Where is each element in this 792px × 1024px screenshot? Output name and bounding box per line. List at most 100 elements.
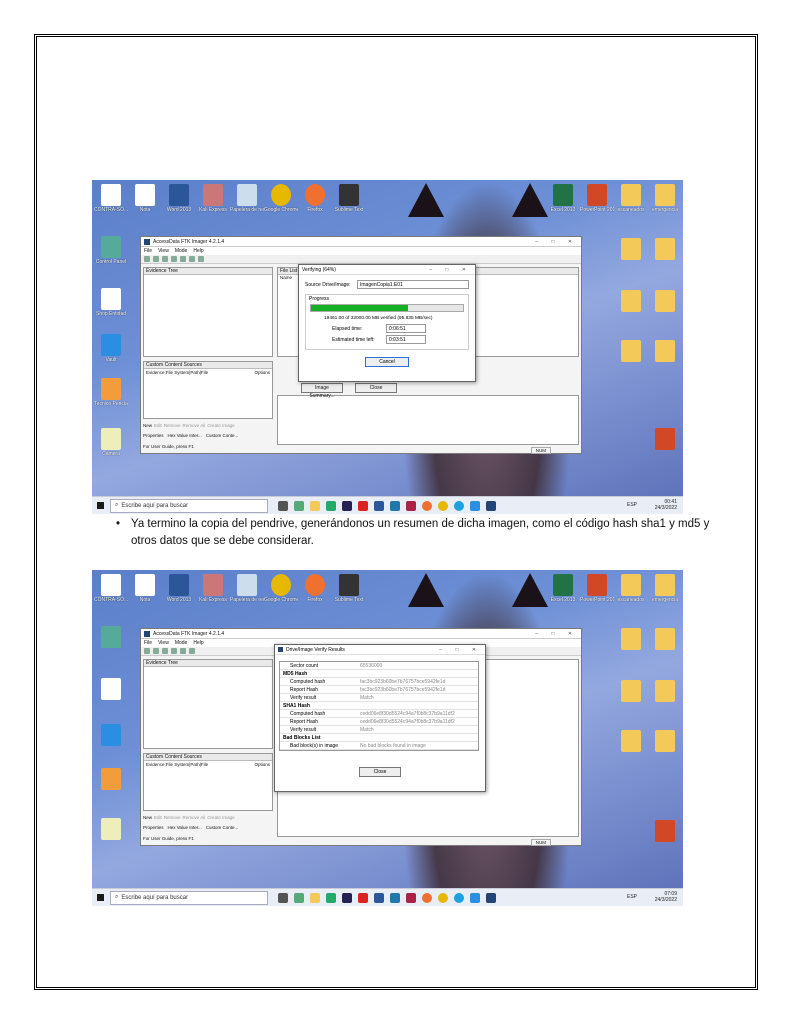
- window-controls[interactable]: – □ ✕: [439, 647, 482, 653]
- file-explorer-icon[interactable]: [310, 500, 320, 511]
- edit-button[interactable]: Edit: [154, 423, 162, 428]
- folder-icon[interactable]: [648, 730, 682, 752]
- folder-icon[interactable]: [648, 290, 682, 312]
- cancel-button[interactable]: Cancel: [365, 357, 409, 367]
- folder-icon[interactable]: [614, 628, 648, 650]
- word-icon[interactable]: Word 2013: [162, 574, 196, 603]
- toolbar-button[interactable]: [189, 256, 195, 262]
- remove-all-button[interactable]: Remove All: [183, 815, 206, 820]
- taskbar-app-icon[interactable]: [342, 500, 352, 511]
- vscode-icon[interactable]: [470, 500, 480, 511]
- folder-icon[interactable]: [614, 238, 648, 260]
- desktop-icon[interactable]: Kali Express: [196, 574, 230, 603]
- new-button[interactable]: New: [143, 815, 152, 820]
- toolbar-button[interactable]: [144, 648, 150, 654]
- taskbar-app-icon[interactable]: [406, 892, 416, 903]
- toolbar-button[interactable]: [162, 648, 168, 654]
- folder-icon[interactable]: [648, 680, 682, 702]
- folder-icon[interactable]: [614, 340, 648, 362]
- folder-icon[interactable]: escaneados: [614, 574, 648, 603]
- ftk-title-bar[interactable]: AccessData FTK Imager 4.2.1.4 – □ ✕: [141, 629, 581, 639]
- desktop-icon[interactable]: Nota: [128, 574, 162, 603]
- toolbar-button[interactable]: [171, 256, 177, 262]
- window-controls[interactable]: – □ ✕: [535, 239, 578, 245]
- toolbar-button[interactable]: [198, 256, 204, 262]
- excel-icon[interactable]: Excel 2013: [546, 184, 580, 213]
- desktop-icon[interactable]: [94, 768, 128, 790]
- chrome-icon[interactable]: [438, 892, 448, 903]
- vscode-icon[interactable]: [470, 892, 480, 903]
- sublime-icon[interactable]: Sublime Text: [332, 184, 366, 213]
- tab-hex-value[interactable]: Hex Value Inter...: [168, 433, 202, 438]
- desktop-icon[interactable]: Kali Express: [196, 184, 230, 213]
- toolbar-button[interactable]: [153, 648, 159, 654]
- word-icon[interactable]: Word 2013: [162, 184, 196, 213]
- desktop-icon[interactable]: [94, 818, 128, 840]
- folder-icon[interactable]: [648, 238, 682, 260]
- taskbar-app-icon[interactable]: [342, 892, 352, 903]
- taskbar-app-icon[interactable]: [374, 500, 384, 511]
- tab-properties[interactable]: Properties: [143, 825, 164, 830]
- system-tray[interactable]: ESP 00:41 24/3/2022: [627, 499, 677, 511]
- remove-all-button[interactable]: Remove All: [183, 423, 206, 428]
- edge-icon[interactable]: [454, 500, 464, 511]
- sublime-icon[interactable]: Sublime Text: [332, 574, 366, 603]
- toolbar-button[interactable]: [180, 648, 186, 654]
- menu-help[interactable]: Help: [193, 248, 203, 254]
- remove-button[interactable]: Remove: [164, 815, 181, 820]
- taskbar-app-icon[interactable]: [326, 500, 336, 511]
- ftk-taskbar-icon[interactable]: [486, 892, 496, 903]
- menu-help[interactable]: Help: [193, 640, 203, 646]
- create-image-button[interactable]: Create Image: [207, 815, 234, 820]
- folder-icon[interactable]: [614, 680, 648, 702]
- folder-icon[interactable]: emergencia: [648, 574, 682, 603]
- taskbar-app-icon[interactable]: [406, 500, 416, 511]
- desktop-icon[interactable]: Camera: [94, 428, 128, 457]
- taskbar-search[interactable]: ⌕ Escribe aquí para buscar: [110, 890, 268, 905]
- desktop-icon[interactable]: Vault: [94, 334, 128, 363]
- control-panel-icon[interactable]: Control Panel: [94, 236, 128, 265]
- powerpoint-icon[interactable]: [648, 428, 682, 450]
- taskbar-app-icon[interactable]: [358, 892, 368, 903]
- firefox-icon[interactable]: Firefox: [298, 184, 332, 213]
- recycle-bin-icon[interactable]: Papelera de reciclaje: [230, 184, 264, 213]
- desktop-icon[interactable]: CONTRA-SO...: [94, 184, 128, 213]
- taskbar-app-icon[interactable]: [294, 892, 304, 903]
- powerpoint-icon[interactable]: PowerPoint 2013: [580, 574, 614, 603]
- verify-results-dialog[interactable]: Drive/Image Verify Results – □ ✕ Sector …: [274, 644, 486, 792]
- close-button[interactable]: Close: [359, 767, 401, 777]
- taskbar-app-icon[interactable]: [390, 892, 400, 903]
- file-explorer-icon[interactable]: [310, 892, 320, 903]
- menu-mode[interactable]: Mode: [175, 248, 188, 254]
- taskbar-app-icon[interactable]: [358, 500, 368, 511]
- toolbar-button[interactable]: [189, 648, 195, 654]
- tab-custom-content[interactable]: Custom Conte...: [206, 825, 239, 830]
- chrome-icon[interactable]: Google Chrome: [264, 574, 298, 603]
- task-view-icon[interactable]: [278, 892, 288, 903]
- menu-file[interactable]: File: [144, 640, 152, 646]
- recycle-bin-icon[interactable]: Papelera de reciclaje: [230, 574, 264, 603]
- taskbar-app-icon[interactable]: [374, 892, 384, 903]
- windows-start-icon[interactable]: [97, 894, 104, 901]
- taskbar-app-icon[interactable]: [294, 500, 304, 511]
- firefox-icon[interactable]: Firefox: [298, 574, 332, 603]
- desktop-icon[interactable]: [94, 724, 128, 746]
- edge-icon[interactable]: [454, 892, 464, 903]
- control-panel-icon[interactable]: [94, 626, 128, 648]
- menu-mode[interactable]: Mode: [175, 640, 188, 646]
- toolbar-button[interactable]: [144, 256, 150, 262]
- menu-view[interactable]: View: [158, 248, 169, 254]
- system-tray[interactable]: ESP 07:09 24/3/2022: [627, 891, 677, 903]
- create-image-button[interactable]: Create Image: [207, 423, 234, 428]
- desktop-icon[interactable]: Nota: [128, 184, 162, 213]
- tab-hex-value[interactable]: Hex Value Inter...: [168, 825, 202, 830]
- tab-properties[interactable]: Properties: [143, 433, 164, 438]
- toolbar-button[interactable]: [171, 648, 177, 654]
- taskbar-app-icon[interactable]: [390, 500, 400, 511]
- powerpoint-icon[interactable]: [648, 820, 682, 842]
- windows-start-icon[interactable]: [97, 502, 104, 509]
- tab-custom-content[interactable]: Custom Conte...: [206, 433, 239, 438]
- menu-view[interactable]: View: [158, 640, 169, 646]
- ftk-title-bar[interactable]: AccessData FTK Imager 4.2.1.4 – □ ✕: [141, 237, 581, 247]
- edit-button[interactable]: Edit: [154, 815, 162, 820]
